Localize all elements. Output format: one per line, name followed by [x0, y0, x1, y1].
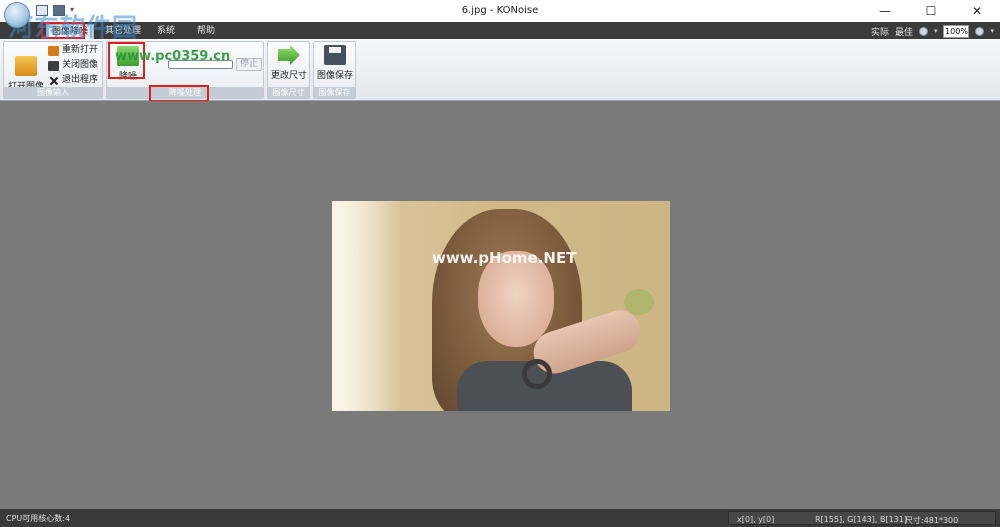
reopen-image-button[interactable]: 重新打开	[48, 44, 98, 57]
pixel-rgb-value: R[155], G[143], B[131]	[815, 515, 907, 524]
close-image-icon	[48, 60, 59, 71]
tab-system[interactable]: 系统	[152, 24, 180, 39]
zoom-in-icon[interactable]	[975, 26, 985, 36]
chevron-down-icon[interactable]: ▾	[990, 27, 994, 35]
reopen-label: 重新打开	[62, 45, 99, 55]
ribbon-tab-bar: 图像降噪 其它处理 系统 帮助 实际 最佳 ▾ 100% ▾	[0, 22, 1000, 39]
maximize-button[interactable]: ☐	[908, 0, 954, 22]
status-bar: CPU可用核心数:4 x[0], y[0] R[155], G[143], B[…	[0, 509, 1000, 527]
cpu-core-count: CPU可用核心数:4	[6, 514, 71, 523]
group-image-save: 图像保存 图像保存	[313, 41, 356, 99]
window-title: 6.jpg - KONoise	[461, 5, 539, 16]
site-watermark-url: www.pc0359.cn	[115, 49, 231, 64]
tab-help[interactable]: 帮助	[192, 24, 220, 39]
group-label-image-size: 图像尺寸	[268, 87, 309, 98]
close-image-label: 关闭图像	[62, 60, 99, 70]
loaded-photo: www.pHome.NET	[332, 201, 670, 411]
close-button[interactable]: ✕	[954, 0, 1000, 22]
resize-button[interactable]: 更改尺寸	[269, 45, 309, 81]
chevron-down-icon[interactable]: ▾	[934, 27, 938, 35]
stop-button[interactable]: 停止	[236, 58, 262, 71]
image-canvas[interactable]: www.pHome.NET	[0, 101, 1000, 509]
group-image-size: 更改尺寸 图像尺寸	[267, 41, 310, 99]
group-label-image-save: 图像保存	[314, 87, 355, 98]
exit-label: 退出程序	[62, 75, 99, 85]
photo-background-light	[332, 201, 402, 411]
resize-arrow-icon	[278, 45, 300, 65]
exit-icon	[48, 76, 59, 86]
group-label-image-input: 图像输入	[4, 87, 102, 98]
cursor-coordinates: x[0], y[0]	[737, 515, 775, 524]
highlight-group-box	[149, 85, 209, 102]
close-image-button[interactable]: 关闭图像	[48, 59, 98, 72]
zoom-level-input[interactable]: 100%	[943, 24, 970, 38]
exit-program-button[interactable]: 退出程序	[48, 74, 98, 87]
group-image-input: 打开图像 重新打开 关闭图像 退出程序 图像输入	[3, 41, 103, 99]
zoom-best-button[interactable]: 最佳	[895, 25, 913, 38]
save-image-button[interactable]: 图像保存	[315, 45, 355, 81]
reopen-icon	[48, 45, 59, 56]
zoom-out-icon[interactable]	[918, 26, 928, 36]
status-info-panel: x[0], y[0] R[155], G[143], B[131] 尺寸:481…	[728, 511, 996, 525]
folder-open-icon	[15, 56, 37, 76]
save-icon	[324, 45, 346, 65]
image-size: 尺寸:481*300	[905, 516, 959, 525]
resize-label: 更改尺寸	[270, 71, 307, 81]
photo-background-plant	[624, 289, 654, 315]
app-menu-button[interactable]	[4, 2, 30, 28]
minimize-button[interactable]: —	[862, 0, 908, 22]
photo-watermark: www.pHome.NET	[432, 249, 577, 267]
zoom-toolbar: 实际 最佳 ▾ 100% ▾	[871, 24, 994, 38]
save-label: 图像保存	[316, 71, 353, 81]
title-bar: ▾ 6.jpg - KONoise — ☐ ✕	[0, 0, 1000, 22]
photo-bracelet	[522, 359, 552, 389]
zoom-actual-button[interactable]: 实际	[871, 25, 889, 38]
